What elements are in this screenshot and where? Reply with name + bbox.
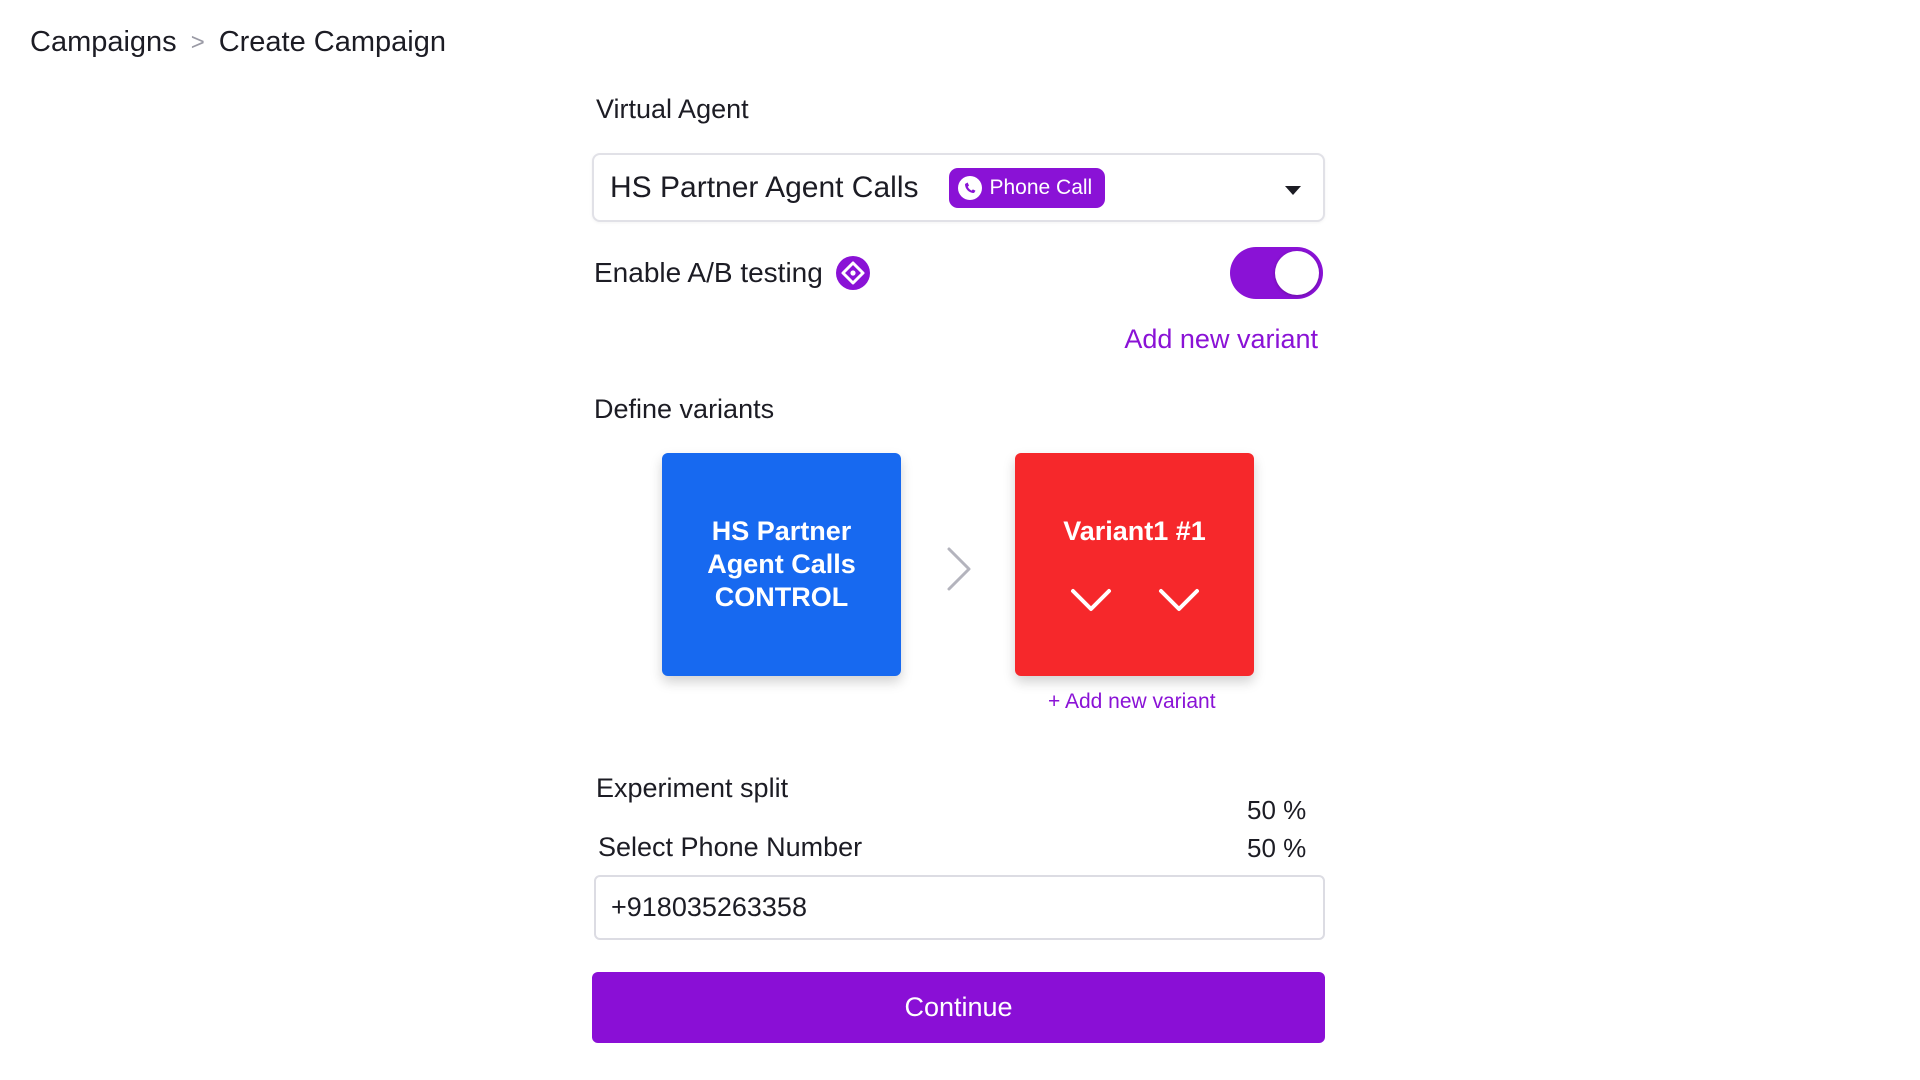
phone-number-input[interactable]: [594, 875, 1325, 940]
chevron-down-icon[interactable]: [1157, 587, 1201, 613]
selected-agent-name: HS Partner Agent Calls: [610, 170, 919, 204]
define-variants-label: Define variants: [594, 394, 775, 424]
variant-split-percent: 50 %: [1247, 833, 1307, 863]
toggle-knob: [1275, 251, 1319, 295]
virtual-agent-select[interactable]: HS Partner Agent Calls Phone Call: [592, 153, 1325, 222]
control-card-line3: CONTROL: [714, 582, 849, 612]
chevron-down-icon[interactable]: [1069, 587, 1113, 613]
variant-card-chevrons: [1069, 587, 1201, 613]
virtual-agent-label: Virtual Agent: [596, 94, 749, 124]
breadcrumb-separator: >: [190, 28, 205, 56]
chevron-down-icon: [1285, 186, 1301, 195]
breadcrumb-campaigns-link[interactable]: Campaigns: [30, 26, 177, 59]
ab-testing-label: Enable A/B testing: [594, 257, 823, 288]
control-split-percent: 50 %: [1247, 795, 1307, 825]
phone-call-icon: [958, 175, 983, 200]
variant-card[interactable]: Variant1 #1: [1015, 453, 1254, 676]
breadcrumb-current: Create Campaign: [218, 26, 446, 58]
breadcrumb: Campaigns > Create Campaign: [30, 26, 446, 59]
ab-testing-row: Enable A/B testing: [594, 255, 871, 291]
select-phone-number-label: Select Phone Number: [598, 832, 863, 862]
phone-call-badge-label: Phone Call: [989, 175, 1093, 199]
control-card-line1: HS Partner: [711, 516, 852, 546]
ab-testing-toggle[interactable]: [1230, 247, 1323, 299]
chevron-right-icon: [947, 547, 971, 591]
continue-button[interactable]: Continue: [592, 972, 1325, 1043]
control-variant-card[interactable]: HS Partner Agent Calls CONTROL: [662, 453, 901, 676]
control-card-line2: Agent Calls: [707, 549, 856, 579]
variant-card-label: Variant1 #1: [1063, 516, 1206, 546]
add-new-variant-link[interactable]: Add new variant: [1124, 324, 1318, 355]
experiment-split-label: Experiment split: [596, 773, 789, 803]
phone-call-badge: Phone Call: [949, 167, 1106, 208]
info-diamond-icon[interactable]: [835, 255, 871, 291]
add-variant-small-link[interactable]: + Add new variant: [1048, 690, 1216, 714]
